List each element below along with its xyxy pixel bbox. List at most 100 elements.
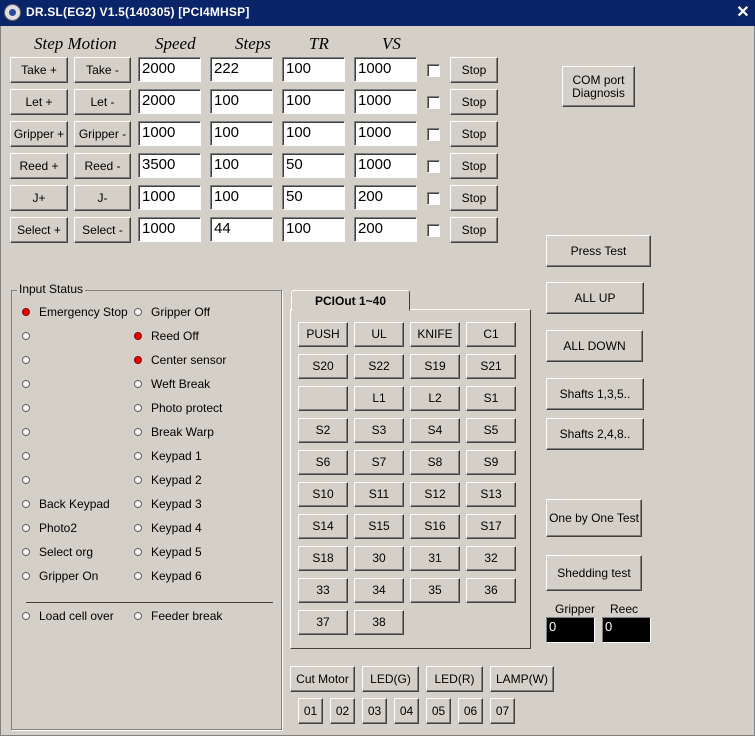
pci-out-button[interactable]: KNIFE	[410, 322, 460, 347]
row-checkbox[interactable]	[427, 224, 440, 237]
shafts-even-button[interactable]: Shafts 2,4,8..	[546, 418, 644, 450]
row-checkbox[interactable]	[427, 64, 440, 77]
speed-input[interactable]: 1000	[138, 217, 201, 242]
motion-minus-button[interactable]: Reed -	[74, 153, 131, 179]
pci-out-button[interactable]: 33	[298, 578, 348, 603]
vs-input[interactable]: 200	[354, 185, 417, 210]
all-down-button[interactable]: ALL DOWN	[546, 330, 643, 362]
steps-input[interactable]: 100	[210, 121, 273, 146]
motion-plus-button[interactable]: Take +	[10, 57, 68, 83]
pci-out-button[interactable]: 31	[410, 546, 460, 571]
pci-out-button[interactable]: 36	[466, 578, 516, 603]
vs-input[interactable]: 1000	[354, 153, 417, 178]
pci-out-button[interactable]: S16	[410, 514, 460, 539]
pci-out-button[interactable]: 35	[410, 578, 460, 603]
vs-input[interactable]: 1000	[354, 121, 417, 146]
close-icon[interactable]: ✕	[733, 3, 753, 23]
shafts-odd-button[interactable]: Shafts 1,3,5..	[546, 378, 644, 410]
motion-plus-button[interactable]: Gripper +	[10, 121, 68, 147]
steps-input[interactable]: 100	[210, 185, 273, 210]
pci-out-button[interactable]: 38	[354, 610, 404, 635]
pci-out-button[interactable]: S20	[298, 354, 348, 379]
com-port-diagnosis-button[interactable]: COM port Diagnosis	[562, 66, 635, 107]
steps-input[interactable]: 44	[210, 217, 273, 242]
all-up-button[interactable]: ALL UP	[546, 282, 644, 314]
motion-minus-button[interactable]: Let -	[74, 89, 131, 115]
pci-out-button[interactable]: S6	[298, 450, 348, 475]
row-checkbox[interactable]	[427, 192, 440, 205]
press-test-button[interactable]: Press Test	[546, 235, 651, 267]
stop-button[interactable]: Stop	[450, 153, 498, 179]
pci-out-button[interactable]: 30	[354, 546, 404, 571]
output-number-button[interactable]: 03	[362, 698, 387, 724]
output-control-button[interactable]: Cut Motor	[290, 666, 355, 692]
row-checkbox[interactable]	[427, 128, 440, 141]
tr-input[interactable]: 50	[282, 185, 345, 210]
motion-minus-button[interactable]: Gripper -	[74, 121, 131, 147]
pci-out-button[interactable]: S8	[410, 450, 460, 475]
output-control-button[interactable]: LED(G)	[362, 666, 419, 692]
pci-out-button[interactable]: S22	[354, 354, 404, 379]
pci-out-button[interactable]: S10	[298, 482, 348, 507]
pci-out-button[interactable]: S12	[410, 482, 460, 507]
one-by-one-test-button[interactable]: One by One Test	[546, 499, 642, 537]
motion-plus-button[interactable]: Let +	[10, 89, 68, 115]
tr-input[interactable]: 100	[282, 57, 345, 82]
pci-out-button[interactable]: S19	[410, 354, 460, 379]
output-control-button[interactable]: LED(R)	[426, 666, 483, 692]
output-number-button[interactable]: 06	[458, 698, 483, 724]
pci-out-button[interactable]: S4	[410, 418, 460, 443]
pci-out-button[interactable]: S7	[354, 450, 404, 475]
vs-input[interactable]: 1000	[354, 89, 417, 114]
pci-out-button[interactable]: C1	[466, 322, 516, 347]
motion-minus-button[interactable]: Take -	[74, 57, 131, 83]
motion-minus-button[interactable]: J-	[74, 185, 131, 211]
pci-out-button[interactable]: S9	[466, 450, 516, 475]
pci-out-button[interactable]: L2	[410, 386, 460, 411]
stop-button[interactable]: Stop	[450, 89, 498, 115]
speed-input[interactable]: 1000	[138, 121, 201, 146]
motion-minus-button[interactable]: Select -	[74, 217, 131, 243]
stop-button[interactable]: Stop	[450, 185, 498, 211]
steps-input[interactable]: 222	[210, 57, 273, 82]
pci-out-button[interactable]: S13	[466, 482, 516, 507]
vs-input[interactable]: 1000	[354, 57, 417, 82]
motion-plus-button[interactable]: Select +	[10, 217, 68, 243]
output-number-button[interactable]: 04	[394, 698, 419, 724]
row-checkbox[interactable]	[427, 160, 440, 173]
pci-out-button[interactable]: S2	[298, 418, 348, 443]
tab-pci-out[interactable]: PCIOut 1~40	[291, 290, 410, 311]
shedding-test-button[interactable]: Shedding test	[546, 555, 642, 591]
pci-out-button[interactable]: S11	[354, 482, 404, 507]
tr-input[interactable]: 50	[282, 153, 345, 178]
motion-plus-button[interactable]: Reed +	[10, 153, 68, 179]
pci-out-button[interactable]: S3	[354, 418, 404, 443]
pci-out-button[interactable]: S15	[354, 514, 404, 539]
speed-input[interactable]: 2000	[138, 89, 201, 114]
speed-input[interactable]: 3500	[138, 153, 201, 178]
pci-out-button[interactable]: S17	[466, 514, 516, 539]
row-checkbox[interactable]	[427, 96, 440, 109]
pci-out-button[interactable]: PUSH	[298, 322, 348, 347]
pci-out-button[interactable]: 34	[354, 578, 404, 603]
pci-out-button[interactable]: 37	[298, 610, 348, 635]
pci-out-button[interactable]: S21	[466, 354, 516, 379]
tr-input[interactable]: 100	[282, 217, 345, 242]
pci-out-button[interactable]: S14	[298, 514, 348, 539]
pci-out-button[interactable]: S18	[298, 546, 348, 571]
speed-input[interactable]: 1000	[138, 185, 201, 210]
vs-input[interactable]: 200	[354, 217, 417, 242]
output-number-button[interactable]: 05	[426, 698, 451, 724]
stop-button[interactable]: Stop	[450, 217, 498, 243]
output-number-button[interactable]: 07	[490, 698, 515, 724]
pci-out-button[interactable]: S5	[466, 418, 516, 443]
pci-out-button[interactable]	[298, 386, 348, 411]
tr-input[interactable]: 100	[282, 89, 345, 114]
output-number-button[interactable]: 01	[298, 698, 323, 724]
tr-input[interactable]: 100	[282, 121, 345, 146]
output-number-button[interactable]: 02	[330, 698, 355, 724]
steps-input[interactable]: 100	[210, 89, 273, 114]
pci-out-button[interactable]: S1	[466, 386, 516, 411]
steps-input[interactable]: 100	[210, 153, 273, 178]
stop-button[interactable]: Stop	[450, 121, 498, 147]
